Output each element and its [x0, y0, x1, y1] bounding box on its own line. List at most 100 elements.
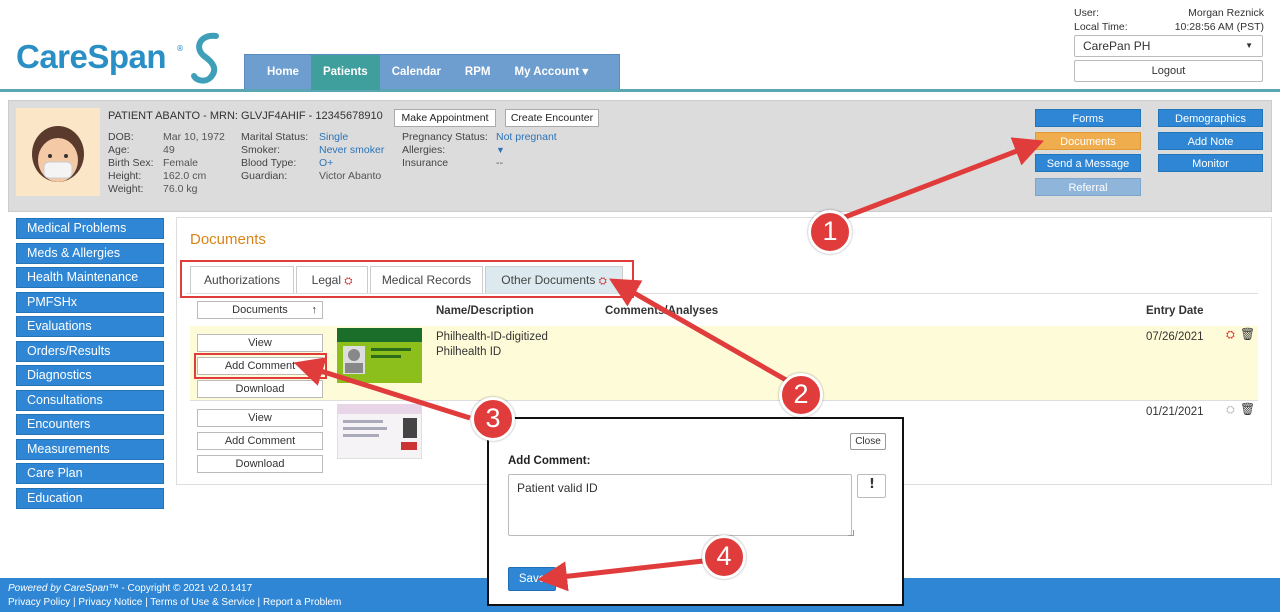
sidebar-item-health-maintenance[interactable]: Health Maintenance [16, 267, 164, 288]
send-message-button[interactable]: Send a Message [1035, 154, 1141, 172]
label-birth-sex: Birth Sex: [108, 157, 154, 169]
row1-entry-date: 07/26/2021 [1146, 331, 1204, 343]
comment-textarea[interactable]: Patient valid ID [508, 474, 852, 536]
sidebar-item-consultations[interactable]: Consultations [16, 389, 164, 411]
patient-avatar-icon [16, 108, 100, 196]
footer-link-privacy-notice[interactable]: Privacy Notice [78, 597, 142, 608]
footer-link-report-problem[interactable]: Report a Problem [263, 597, 341, 608]
sidebar-item-medical-problems[interactable]: Medical Problems [16, 218, 164, 239]
copyright: - Copyright © 2021 v2.0.1417 [118, 583, 253, 594]
callout-badge-4: 4 [702, 535, 746, 579]
row1-name: Philhealth-ID-digitized [436, 331, 548, 343]
row2-add-comment-button[interactable]: Add Comment [197, 432, 323, 450]
row1-download-button[interactable]: Download [197, 380, 323, 398]
pdf-icon-disabled: ⛭ [1226, 403, 1235, 416]
label-dob: DOB: [108, 131, 134, 143]
forms-button[interactable]: Forms [1035, 109, 1141, 127]
main-nav: Home Patients Calendar RPM My Account ▾ [244, 54, 620, 90]
user-info: User: Morgan Reznick Local Time: 10:28:56 … [1074, 6, 1264, 34]
demographics-labels-1: DOB: Age: Birth Sex: Height: Weight: [108, 131, 158, 196]
sidebar: Medical Problems Meds & Allergies Health… [16, 218, 164, 512]
row2-entry-date: 01/21/2021 [1146, 406, 1204, 418]
philhealth-id-thumbnail[interactable] [337, 328, 422, 383]
close-button[interactable]: Close [850, 433, 886, 450]
demographics-values-1: Mar 10, 1972 49 Female 162.0 cm 76.0 kg [163, 131, 235, 196]
header-divider [0, 89, 1280, 92]
make-appointment-button[interactable]: Make Appointment [394, 109, 496, 127]
nav-home[interactable]: Home [245, 55, 311, 90]
demographics-values-3: Not pregnant ▼ -- [496, 131, 576, 170]
nav-calendar[interactable]: Calendar [380, 55, 453, 90]
save-button[interactable]: Save [508, 567, 556, 591]
label-allergies: Allergies: [402, 144, 446, 156]
demographics-labels-2: Marital Status: Smoker: Blood Type: Guar… [241, 131, 317, 183]
label-marital: Marital Status: [241, 131, 309, 143]
demographics-button[interactable]: Demographics [1158, 109, 1263, 127]
id-card-thumbnail[interactable] [337, 404, 422, 459]
logout-button[interactable]: Logout [1074, 60, 1263, 82]
time-label: Local Time: [1074, 21, 1128, 33]
sort-arrow-up-icon: ↑ [311, 304, 318, 316]
column-header-entry-date: Entry Date [1146, 305, 1204, 317]
sidebar-item-diagnostics[interactable]: Diagnostics [16, 365, 164, 386]
label-blood-type: Blood Type: [241, 157, 297, 169]
caret-down-icon: ▼ [1245, 41, 1253, 50]
sidebar-item-orders-results[interactable]: Orders/Results [16, 340, 164, 362]
sidebar-item-pmfshx[interactable]: PMFSHx [16, 291, 164, 313]
sidebar-item-education[interactable]: Education [16, 487, 164, 509]
row-divider [190, 400, 1258, 401]
nav-patients[interactable]: Patients [310, 55, 380, 90]
value-smoker[interactable]: Never smoker [319, 144, 395, 157]
sidebar-item-care-plan[interactable]: Care Plan [16, 463, 164, 484]
footer-links: Privacy Policy | Privacy Notice | Terms … [8, 597, 342, 608]
footer-link-privacy-policy[interactable]: Privacy Policy [8, 597, 70, 608]
monitor-button[interactable]: Monitor [1158, 154, 1263, 172]
referral-button[interactable]: Referral [1035, 178, 1141, 196]
callout-badge-2: 2 [779, 373, 823, 417]
tabs-highlight-box [180, 260, 634, 298]
label-age: Age: [108, 144, 130, 156]
resize-handle-icon[interactable] [848, 530, 854, 536]
trash-icon[interactable]: 🗑 [1240, 327, 1255, 341]
label-weight: Weight: [108, 183, 144, 195]
nav-rpm[interactable]: RPM [453, 55, 503, 90]
label-pregnancy: Pregnancy Status: [402, 131, 488, 143]
documents-button[interactable]: Documents [1035, 132, 1141, 150]
pin-button[interactable]: ! [857, 474, 886, 498]
label-smoker: Smoker: [241, 144, 281, 156]
sidebar-item-evaluations[interactable]: Evaluations [16, 316, 164, 337]
value-pregnancy[interactable]: Not pregnant [496, 131, 576, 144]
label-insurance: Insurance [402, 157, 449, 169]
time-value: 10:28:56 AM (PST) [1174, 21, 1264, 33]
sidebar-item-measurements[interactable]: Measurements [16, 438, 164, 460]
documents-title: Documents [190, 231, 266, 248]
callout-badge-3: 3 [471, 397, 515, 441]
nav-my-account[interactable]: My Account ▾ [502, 55, 600, 90]
sidebar-item-meds-allergies[interactable]: Meds & Allergies [16, 242, 164, 264]
practice-value: CarePan PH [1083, 39, 1151, 53]
practice-select[interactable]: CarePan PH ▼ [1074, 35, 1263, 57]
row2-view-button[interactable]: View [197, 409, 323, 427]
column-header-name: Name/Description [436, 305, 534, 317]
value-blood-type[interactable]: O+ [319, 157, 395, 170]
add-comment-label: Add Comment: [508, 455, 591, 467]
label-height: Height: [108, 170, 142, 182]
value-dob: Mar 10, 1972 [163, 131, 225, 143]
create-encounter-button[interactable]: Create Encounter [505, 109, 599, 127]
label-guardian: Guardian: [241, 170, 288, 182]
demographics-values-2: Single Never smoker O+ Victor Abanto [319, 131, 395, 183]
sort-label: Documents [232, 304, 288, 316]
carespan-s-icon [191, 32, 219, 84]
footer-link-terms[interactable]: Terms of Use & Service [150, 597, 254, 608]
user-label: User: [1074, 7, 1100, 19]
powered-by: Powered by CareSpan™ [8, 583, 119, 594]
row1-view-button[interactable]: View [197, 334, 323, 352]
pdf-icon[interactable]: ⛭ [1226, 328, 1235, 342]
row2-download-button[interactable]: Download [197, 455, 323, 473]
documents-sort-button[interactable]: Documents ↑ [197, 301, 323, 319]
sidebar-item-encounters[interactable]: Encounters [16, 414, 164, 435]
allergies-caret-icon[interactable]: ▼ [496, 144, 576, 157]
trash-icon[interactable]: 🗑 [1240, 402, 1255, 416]
value-marital[interactable]: Single [319, 131, 395, 144]
add-note-button[interactable]: Add Note [1158, 132, 1263, 150]
